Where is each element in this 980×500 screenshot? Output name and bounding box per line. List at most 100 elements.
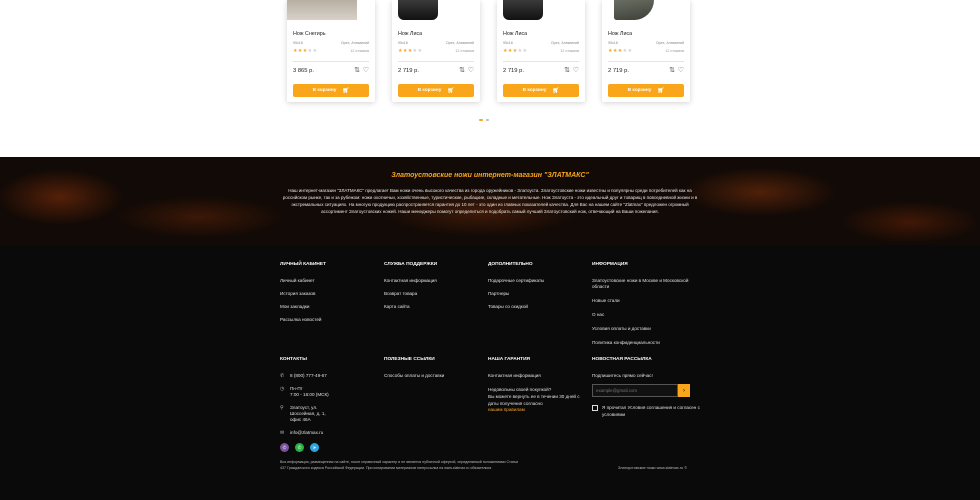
card-divider bbox=[398, 61, 474, 62]
footer-link[interactable]: Контактная информация bbox=[488, 373, 588, 379]
pager-dot[interactable] bbox=[486, 119, 489, 121]
footer-heading: Полезные ссылки bbox=[384, 357, 435, 362]
newsletter-form: › bbox=[592, 384, 690, 397]
footer-link[interactable]: Контактная информация bbox=[384, 278, 484, 284]
contact-phone[interactable]: ✆ 8 (800) 777-49-67 bbox=[280, 373, 380, 379]
cart-icon: 🛒︎ bbox=[342, 87, 350, 94]
product-steel: 95х18 bbox=[608, 41, 618, 45]
footer-col-contacts: Контакты ✆ 8 (800) 777-49-67 ◷ Пн-Пт 7:0… bbox=[280, 357, 380, 452]
footer-link[interactable]: Новые стали bbox=[592, 298, 690, 304]
compare-icon[interactable]: ⇅ bbox=[354, 67, 360, 74]
footer-link[interactable]: О нас bbox=[592, 312, 690, 318]
footer-link[interactable]: Условия оплаты и доставки bbox=[592, 326, 690, 332]
rating-stars: ★★★★★ bbox=[398, 48, 422, 54]
reviews-count[interactable]: 12 отзывов bbox=[560, 49, 579, 53]
contact-email[interactable]: ✉ info@zlatmax.ru bbox=[280, 430, 380, 436]
product-image[interactable] bbox=[602, 0, 690, 20]
footer-heading: Дополнительно bbox=[488, 262, 533, 267]
footer-link[interactable]: Способы оплаты и доставки bbox=[384, 373, 484, 379]
heart-icon[interactable]: ♡ bbox=[468, 67, 474, 74]
knife-image bbox=[614, 0, 654, 20]
footer-link[interactable]: Партнеры bbox=[488, 291, 588, 297]
rating-stars: ★★★★★ bbox=[608, 48, 632, 54]
legal-disclaimer: Вся информация, размещенная на сайте, но… bbox=[280, 460, 519, 470]
footer-link[interactable]: Карта сайта bbox=[384, 304, 484, 310]
cart-icon: 🛒︎ bbox=[657, 87, 665, 94]
product-card[interactable]: Нож Лиса 95х18 Орех, Алюминий ★★★★★ 12 отзыв… bbox=[497, 0, 585, 102]
heart-icon[interactable]: ♡ bbox=[573, 67, 579, 74]
footer-heading: Информация bbox=[592, 262, 628, 267]
product-steel: 95х18 bbox=[398, 41, 408, 45]
add-to-cart-button[interactable]: В корзину 🛒︎ bbox=[398, 84, 474, 97]
footer-heading: Новостная рассылка bbox=[592, 357, 652, 362]
product-image[interactable] bbox=[392, 0, 480, 20]
product-steel: 95х18 bbox=[293, 41, 303, 45]
hours-time: 7:00 - 16:00 (МСК) bbox=[290, 392, 329, 397]
contact-address: ⚲ Златоуст, ул. Шоссейная, д. 1, офис 46… bbox=[280, 405, 380, 423]
product-price: 2 719 р. bbox=[398, 68, 419, 74]
footer-link[interactable]: Подарочные сертификаты bbox=[488, 278, 588, 284]
product-name[interactable]: Нож Лиса bbox=[503, 31, 527, 37]
footer-link[interactable]: Личный кабинет bbox=[280, 278, 380, 284]
rating-stars: ★★★★★ bbox=[293, 48, 317, 54]
product-name[interactable]: Нож Лиса bbox=[608, 31, 632, 37]
contact-hours: ◷ Пн-Пт 7:00 - 16:00 (МСК) bbox=[280, 386, 380, 398]
footer-link[interactable]: Рассылка новостей bbox=[280, 317, 380, 323]
product-price: 3 865 р. bbox=[293, 68, 314, 74]
compare-icon[interactable]: ⇅ bbox=[564, 67, 570, 74]
add-to-cart-button[interactable]: В корзину 🛒︎ bbox=[503, 84, 579, 97]
footer-col-info: Информация Златоустовские ножи в Москве … bbox=[592, 262, 690, 354]
footer-link[interactable]: Товары со скидкой bbox=[488, 304, 588, 310]
newsletter-email-input[interactable] bbox=[592, 384, 678, 397]
product-card[interactable]: Нож Снегирь 95х18 Орех, Алюминий ★★★★★ 12 от… bbox=[287, 0, 375, 102]
product-card[interactable]: Нож Лиса 95х18 Орех, Алюминий ★★★★★ 12 отзыв… bbox=[602, 0, 690, 102]
telegram-icon[interactable]: ➤ bbox=[310, 443, 319, 452]
banner-title: Златоустовские ножи интернет-магазин "ЗЛ… bbox=[391, 172, 589, 179]
add-to-cart-button[interactable]: В корзину 🛒︎ bbox=[293, 84, 369, 97]
product-material: Орех, Алюминий bbox=[340, 41, 369, 45]
compare-icon[interactable]: ⇅ bbox=[459, 67, 465, 74]
footer-col-useful: Полезные ссылки Способы оплаты и доставк… bbox=[384, 357, 484, 386]
address-text: Златоуст, ул. Шоссейная, д. 1, офис 46А bbox=[290, 405, 326, 422]
email-text: info@zlatmax.ru bbox=[290, 430, 324, 435]
product-image[interactable] bbox=[287, 0, 375, 20]
newsletter-submit-button[interactable]: › bbox=[678, 384, 690, 397]
footer-link[interactable]: Мои закладки bbox=[280, 304, 380, 310]
reviews-count[interactable]: 12 отзывов bbox=[455, 49, 474, 53]
reviews-count[interactable]: 12 отзывов bbox=[350, 49, 369, 53]
carousel-pager bbox=[479, 119, 489, 121]
knife-image bbox=[287, 0, 357, 20]
hours-text: Пн-Пт 7:00 - 16:00 (МСК) bbox=[290, 386, 329, 398]
product-name[interactable]: Нож Снегирь bbox=[293, 31, 326, 37]
footer-heading: Служба поддержки bbox=[384, 262, 438, 267]
rules-link[interactable]: нашим правилам bbox=[488, 407, 588, 412]
product-steel: 95х18 bbox=[503, 41, 513, 45]
cart-button-label: В корзину bbox=[522, 88, 547, 93]
banner-text: Наш интернет-магазин "ЗЛАТМАКС" предлага… bbox=[282, 188, 698, 214]
cart-icon: 🛒︎ bbox=[447, 87, 455, 94]
reviews-count[interactable]: 12 отзывов bbox=[665, 49, 684, 53]
footer-link[interactable]: История заказов bbox=[280, 291, 380, 297]
location-icon: ⚲ bbox=[280, 405, 284, 411]
footer-link[interactable]: Политика конфиденциальности bbox=[592, 340, 690, 346]
agree-checkbox[interactable] bbox=[592, 405, 598, 411]
product-price: 2 719 р. bbox=[503, 68, 524, 74]
product-image[interactable] bbox=[497, 0, 585, 20]
footer-link[interactable]: Возврат товара bbox=[384, 291, 484, 297]
hours-days: Пн-Пт bbox=[290, 386, 303, 391]
add-to-cart-button[interactable]: В корзину 🛒︎ bbox=[608, 84, 684, 97]
whatsapp-icon[interactable]: ✆ bbox=[295, 443, 304, 452]
heart-icon[interactable]: ♡ bbox=[678, 67, 684, 74]
star-icon: ★ bbox=[417, 48, 423, 54]
footer-link[interactable]: Златоустовские ножи в Москве и Московско… bbox=[592, 278, 690, 290]
viber-icon[interactable]: ✆ bbox=[280, 443, 289, 452]
compare-icon[interactable]: ⇅ bbox=[669, 67, 675, 74]
footer-col-newsletter: Новостная рассылка Подпишитесь прямо сей… bbox=[592, 357, 702, 418]
heart-icon[interactable]: ♡ bbox=[363, 67, 369, 74]
agree-checkbox-row[interactable]: Я прочитал Условия соглашения и согласен… bbox=[592, 404, 702, 418]
product-name[interactable]: Нож Лиса bbox=[398, 31, 422, 37]
product-card[interactable]: Нож Лиса 95х18 Орех, Алюминий ★★★★★ 12 отзыв… bbox=[392, 0, 480, 102]
pager-dot[interactable] bbox=[479, 119, 483, 121]
cart-button-label: В корзину bbox=[312, 88, 337, 93]
card-divider bbox=[503, 61, 579, 62]
